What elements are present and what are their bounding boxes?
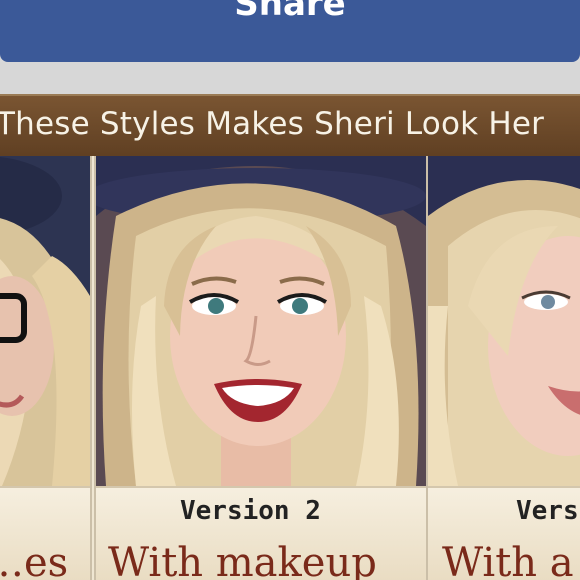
spacer bbox=[0, 62, 580, 94]
style-card-2[interactable]: Version 2 With makeup bbox=[94, 156, 428, 580]
style-versions-gallery: …es bbox=[0, 156, 580, 580]
style-title: …es bbox=[0, 540, 69, 580]
version-label: Version 2 bbox=[180, 496, 321, 526]
style-title: With a bbox=[442, 540, 574, 580]
card-caption: …es bbox=[0, 486, 90, 580]
banner-heading: These Styles Makes Sheri Look Her bbox=[0, 106, 545, 142]
style-card-1[interactable]: …es bbox=[0, 156, 92, 580]
share-bar[interactable]: Share bbox=[0, 0, 580, 62]
card-caption: Version 2 With makeup bbox=[96, 486, 426, 580]
article-banner: These Styles Makes Sheri Look Her bbox=[0, 94, 580, 160]
share-button-label[interactable]: Share bbox=[0, 0, 580, 24]
style-card-3[interactable]: Vers With a bbox=[426, 156, 580, 580]
woman-with-makeup-photo bbox=[96, 156, 426, 486]
style-title: With makeup bbox=[108, 540, 377, 580]
woman-with-glasses-photo bbox=[0, 156, 90, 486]
version-label: Vers bbox=[516, 496, 579, 526]
card-caption: Vers With a bbox=[428, 486, 580, 580]
woman-portrait-photo bbox=[428, 156, 580, 486]
